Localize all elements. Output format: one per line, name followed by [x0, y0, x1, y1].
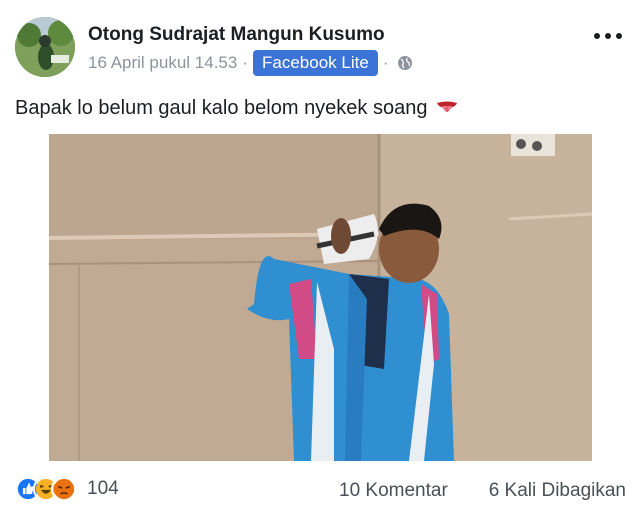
post-timestamp[interactable]: 16 April pukul 14.53 [88, 53, 237, 73]
post-text-row: Bapak lo belum gaul kalo belom nyekek so… [15, 96, 459, 120]
more-dot [605, 33, 611, 39]
post-header: Otong Sudrajat Mangun Kusumo 16 April pu… [0, 0, 640, 88]
meta-separator: · [242, 53, 249, 72]
shares-link[interactable]: 6 Kali Dibagikan [489, 480, 626, 502]
meta-separator-2: · [382, 53, 389, 72]
more-options-icon[interactable] [594, 30, 622, 42]
more-dot [594, 33, 600, 39]
more-dot [616, 33, 622, 39]
post-photo[interactable] [49, 134, 592, 461]
post-text: Bapak lo belum gaul kalo belom nyekek so… [15, 96, 428, 119]
reaction-count: 104 [87, 478, 119, 499]
angry-icon [51, 476, 77, 502]
app-badge[interactable]: Facebook Lite [253, 50, 378, 76]
tongue-out-emoji [437, 101, 458, 112]
comments-link[interactable]: 10 Komentar [339, 480, 448, 502]
globe-icon[interactable] [397, 55, 413, 71]
reaction-summary[interactable]: 104 [15, 476, 119, 502]
author-name[interactable]: Otong Sudrajat Mangun Kusumo [88, 24, 385, 46]
post-footer: 104 10 Komentar 6 Kali Dibagikan [0, 474, 640, 504]
post-meta: 16 April pukul 14.53 · Facebook Lite · [88, 50, 413, 76]
avatar[interactable] [15, 17, 75, 77]
